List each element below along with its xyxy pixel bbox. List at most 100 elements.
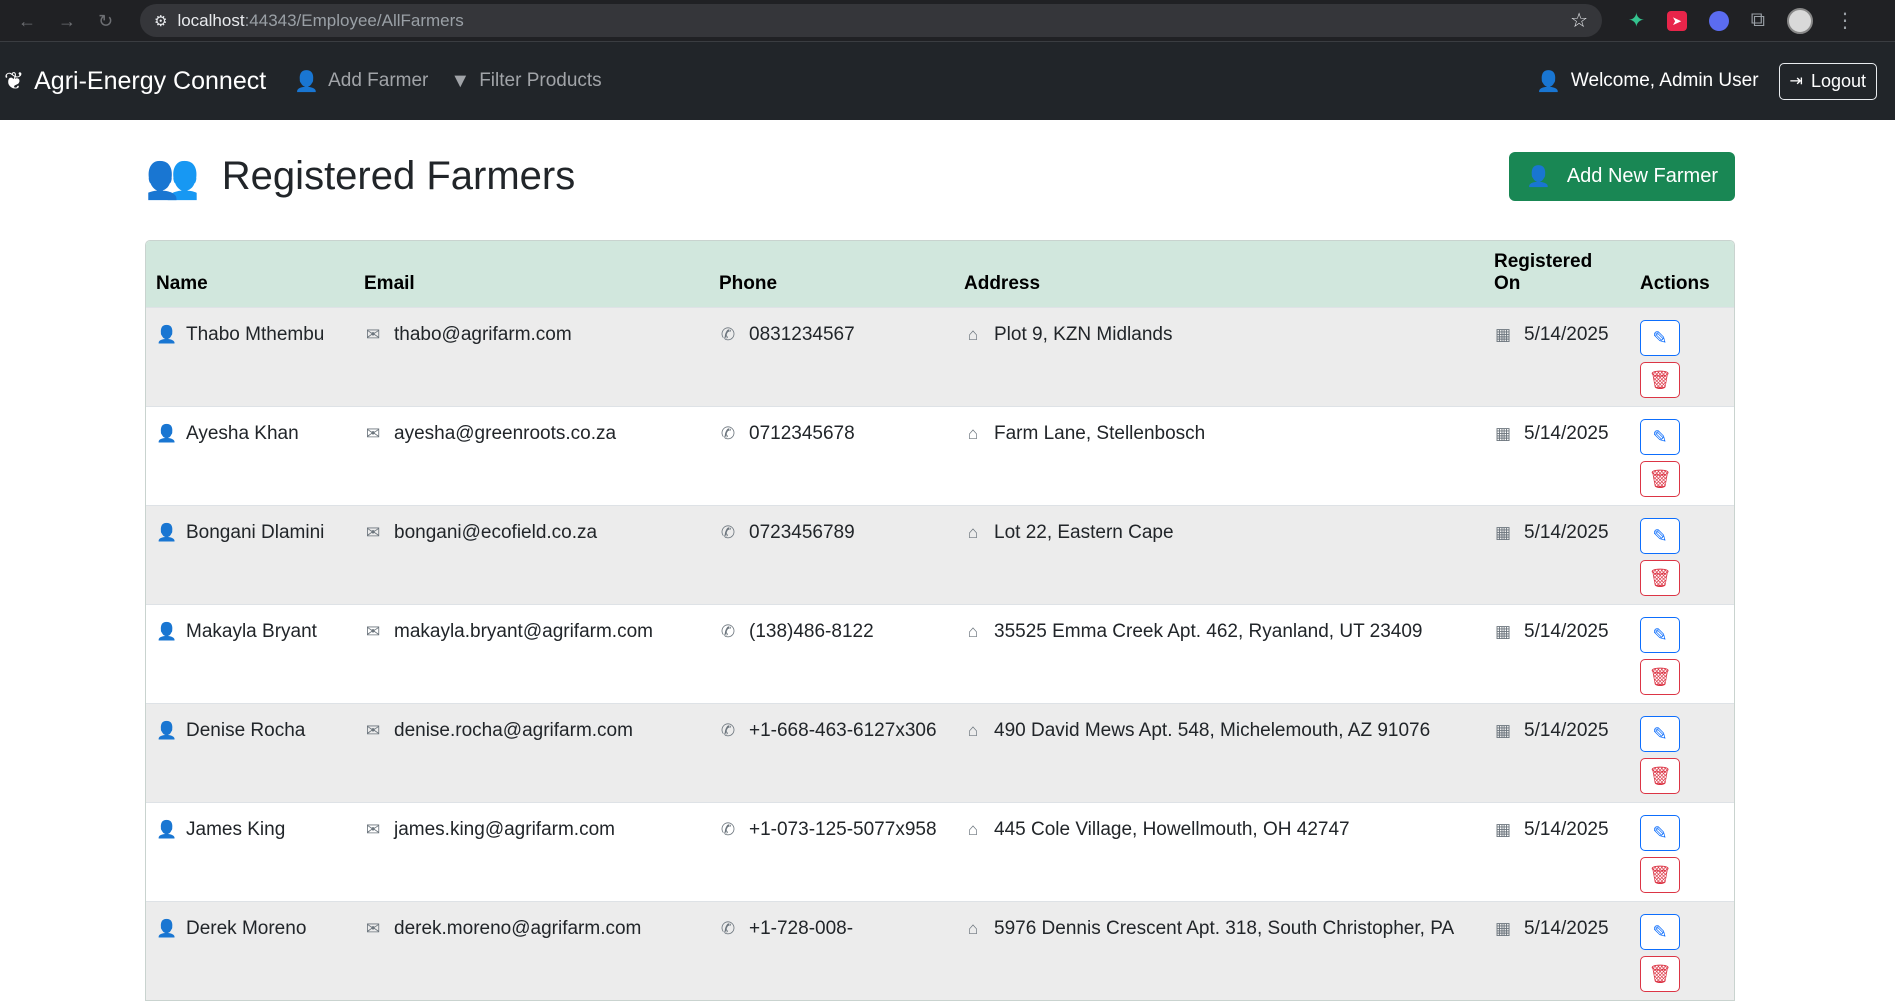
farmer-name: Denise Rocha bbox=[186, 720, 306, 741]
header-email: Email bbox=[364, 273, 415, 294]
edit-button[interactable]: ✎ bbox=[1640, 716, 1680, 752]
farmer-registered-date: 5/14/2025 bbox=[1524, 918, 1609, 939]
nav-add-farmer[interactable]: 👤 Add Farmer bbox=[294, 69, 428, 94]
table-row: 👤 James King ✉ james.king@agrifarm.com ✆ +1-0… bbox=[146, 802, 1734, 902]
nav-filter-products[interactable]: ▼ Filter Products bbox=[450, 70, 601, 93]
delete-button[interactable]: 🗑 bbox=[1640, 659, 1680, 695]
url-path: :44343/Employee/AllFarmers bbox=[244, 10, 464, 30]
farmer-address: Plot 9, KZN Midlands bbox=[994, 324, 1173, 345]
browser-menu-icon[interactable]: ⋮ bbox=[1835, 8, 1855, 33]
profile-avatar[interactable] bbox=[1787, 7, 1814, 34]
reload-icon[interactable]: ↻ bbox=[98, 12, 113, 30]
farmer-address: 490 David Mews Apt. 548, Michelemouth, A… bbox=[994, 720, 1431, 741]
brand-name: Agri-Energy Connect bbox=[34, 66, 267, 95]
cell-registered: ▦ 5/14/2025 bbox=[1484, 505, 1630, 605]
phone-icon: ✆ bbox=[720, 919, 736, 938]
delete-button[interactable]: 🗑 bbox=[1640, 461, 1680, 497]
farmer-email: makayla.bryant@agrifarm.com bbox=[394, 621, 653, 642]
forward-arrow-icon[interactable]: → bbox=[58, 12, 76, 30]
header-registered-on: Registered On bbox=[1484, 241, 1630, 308]
logout-button[interactable]: ⇥ Logout bbox=[1778, 62, 1877, 100]
edit-button[interactable]: ✎ bbox=[1640, 320, 1680, 356]
url-host: localhost bbox=[177, 10, 245, 30]
cell-actions: ✎ 🗑 bbox=[1630, 802, 1734, 902]
edit-icon: ✎ bbox=[1652, 724, 1668, 744]
cell-actions: ✎ 🗑 bbox=[1630, 901, 1734, 1000]
edit-icon: ✎ bbox=[1652, 823, 1668, 843]
cell-address: ⌂ 35525 Emma Creek Apt. 462, Ryanland, UT… bbox=[954, 604, 1484, 704]
cell-actions: ✎ 🗑 bbox=[1630, 406, 1734, 506]
cell-phone: ✆ 0712345678 bbox=[709, 406, 954, 506]
cell-actions: ✎ 🗑 bbox=[1630, 703, 1734, 803]
edit-button[interactable]: ✎ bbox=[1640, 617, 1680, 653]
delete-button[interactable]: 🗑 bbox=[1640, 857, 1680, 893]
bird-extension-icon[interactable]: ✦ bbox=[1628, 8, 1645, 33]
farmer-name: Bongani Dlamini bbox=[186, 522, 325, 543]
table-row: 👤 Bongani Dlamini ✉ bongani@ecofield.co.za ✆… bbox=[146, 505, 1734, 605]
brand-link[interactable]: ❦ Agri-Energy Connect bbox=[4, 67, 266, 96]
envelope-icon: ✉ bbox=[365, 424, 381, 443]
user-icon: 👤 bbox=[156, 721, 178, 740]
farmer-phone: 0831234567 bbox=[749, 324, 855, 345]
farmer-name: Thabo Mthembu bbox=[186, 324, 325, 345]
farmer-address: 445 Cole Village, Howellmouth, OH 42747 bbox=[994, 819, 1350, 840]
delete-button[interactable]: 🗑 bbox=[1640, 362, 1680, 398]
farmer-registered-date: 5/14/2025 bbox=[1524, 522, 1609, 543]
home-icon: ⌂ bbox=[967, 721, 979, 740]
home-icon: ⌂ bbox=[967, 820, 979, 839]
cell-actions: ✎ 🗑 bbox=[1630, 604, 1734, 704]
puzzle-extensions-icon[interactable]: ⧉ bbox=[1751, 9, 1765, 32]
add-new-farmer-button[interactable]: 👤 Add New Farmer bbox=[1508, 151, 1735, 201]
calendar-icon: ▦ bbox=[1494, 820, 1512, 839]
home-icon: ⌂ bbox=[967, 325, 979, 344]
edit-icon: ✎ bbox=[1652, 526, 1668, 546]
page-title: 👥 Registered Farmers bbox=[145, 150, 575, 202]
cell-registered: ▦ 5/14/2025 bbox=[1484, 406, 1630, 506]
calendar-icon: ▦ bbox=[1494, 523, 1512, 542]
trash-icon: 🗑 bbox=[1648, 469, 1672, 489]
cell-email: ✉ derek.moreno@agrifarm.com bbox=[354, 901, 709, 1000]
home-icon: ⌂ bbox=[967, 523, 979, 542]
trash-icon: 🗑 bbox=[1648, 964, 1672, 984]
edit-button[interactable]: ✎ bbox=[1640, 518, 1680, 554]
bookmark-star-icon[interactable]: ☆ bbox=[1570, 8, 1588, 33]
farmer-address: 35525 Emma Creek Apt. 462, Ryanland, UT … bbox=[994, 621, 1423, 642]
delete-button[interactable]: 🗑 bbox=[1640, 560, 1680, 596]
cell-name: 👤 Thabo Mthembu bbox=[146, 307, 354, 407]
address-bar[interactable]: ⚙ localhost:44343/Employee/AllFarmers ☆ bbox=[140, 4, 1602, 37]
phone-icon: ✆ bbox=[720, 820, 736, 839]
farmer-name: Derek Moreno bbox=[186, 918, 307, 939]
delete-button[interactable]: 🗑 bbox=[1640, 758, 1680, 794]
user-plus-icon: 👤 bbox=[294, 70, 320, 93]
user-icon: 👤 bbox=[156, 325, 178, 344]
app-navbar: ❦ Agri-Energy Connect 👤 Add Farmer ▼ Fil… bbox=[0, 41, 1895, 120]
calendar-icon: ▦ bbox=[1494, 919, 1512, 938]
cell-phone: ✆ 0723456789 bbox=[709, 505, 954, 605]
site-settings-icon[interactable]: ⚙ bbox=[154, 12, 167, 30]
envelope-icon: ✉ bbox=[365, 325, 381, 344]
edit-icon: ✎ bbox=[1652, 922, 1668, 942]
cell-email: ✉ thabo@agrifarm.com bbox=[354, 307, 709, 407]
cursor-extension-icon[interactable]: ➤ bbox=[1666, 10, 1687, 31]
cell-phone: ✆ +1-728-008- bbox=[709, 901, 954, 1000]
globe-extension-icon[interactable] bbox=[1708, 10, 1729, 31]
trash-icon: 🗑 bbox=[1648, 370, 1672, 390]
edit-button[interactable]: ✎ bbox=[1640, 419, 1680, 455]
delete-button[interactable]: 🗑 bbox=[1640, 956, 1680, 992]
edit-button[interactable]: ✎ bbox=[1640, 815, 1680, 851]
user-icon: 👤 bbox=[156, 820, 178, 839]
user-icon: 👤 bbox=[1536, 70, 1561, 93]
back-arrow-icon[interactable]: ← bbox=[18, 12, 36, 30]
cell-address: ⌂ Plot 9, KZN Midlands bbox=[954, 307, 1484, 407]
cell-address: ⌂ 445 Cole Village, Howellmouth, OH 42747 bbox=[954, 802, 1484, 902]
page-header: 👥 Registered Farmers 👤 Add New Farmer bbox=[145, 120, 1735, 232]
cell-name: 👤 Derek Moreno bbox=[146, 901, 354, 1000]
edit-icon: ✎ bbox=[1652, 328, 1668, 348]
phone-icon: ✆ bbox=[720, 523, 736, 542]
cell-phone: ✆ 0831234567 bbox=[709, 307, 954, 407]
trash-icon: 🗑 bbox=[1648, 766, 1672, 786]
farmer-email: denise.rocha@agrifarm.com bbox=[394, 720, 633, 741]
header-address: Address bbox=[964, 273, 1041, 294]
farmer-phone: +1-073-125-5077x958 bbox=[749, 819, 937, 840]
edit-button[interactable]: ✎ bbox=[1640, 914, 1680, 950]
